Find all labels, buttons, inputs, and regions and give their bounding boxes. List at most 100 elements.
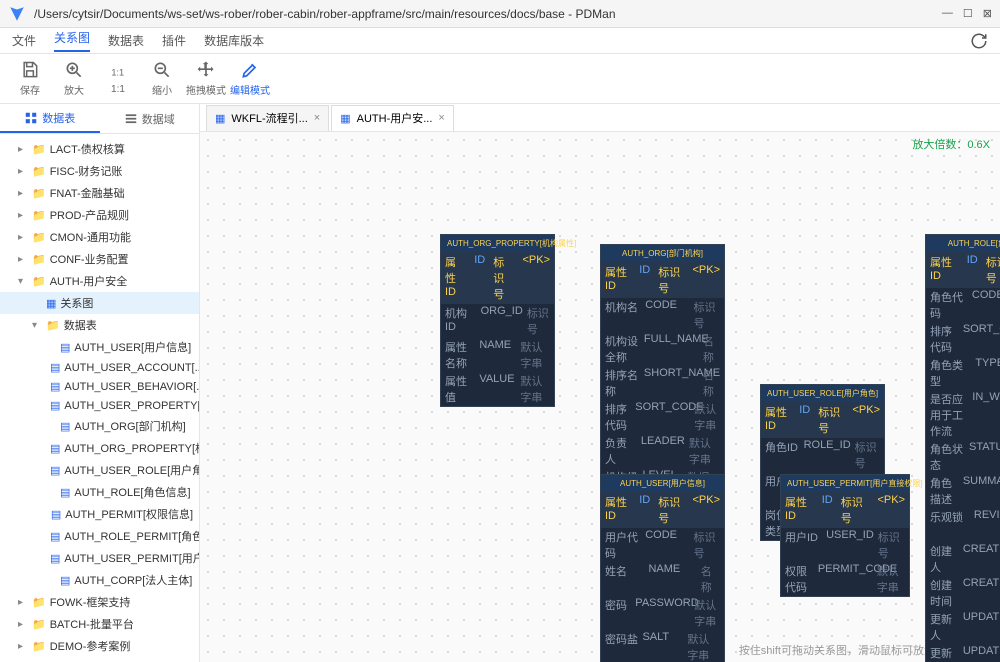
entity-row: 更新人UPDATED_BY默认字串 xyxy=(926,610,1000,644)
editor-tab[interactable]: ▦AUTH-用户安...× xyxy=(331,105,454,131)
tree-item[interactable]: ▾ 📁 数据表 xyxy=(0,314,199,336)
entity-row: 用户IDUSER_ID标识号 xyxy=(781,528,909,562)
tree-label: FOWK-框架支持 xyxy=(50,594,131,610)
chevron-icon: ▾ xyxy=(32,320,42,331)
table-icon: ▤ xyxy=(50,380,60,393)
tree-item[interactable]: ▸📁CMON-通用功能 xyxy=(0,226,199,248)
entity-row: 用户代码CODE标识号 xyxy=(601,528,724,562)
folder-icon: 📁 xyxy=(32,640,46,653)
tree-label: AUTH_PERMIT[权限信息] xyxy=(65,506,193,522)
tool-one-one[interactable]: 1:11:1 xyxy=(98,56,138,102)
menu-tables[interactable]: 数据表 xyxy=(108,32,144,49)
tree-item[interactable]: ▸📁CONF-业务配置 xyxy=(0,248,199,270)
tree-item[interactable]: ▦关系图 xyxy=(0,292,199,314)
maximize-icon[interactable]: ☐ xyxy=(963,7,973,20)
tree-item[interactable]: ▤AUTH_USER_ROLE[用户角...] xyxy=(0,459,199,481)
tree-item[interactable]: ▤AUTH_ROLE_PERMIT[角色...] xyxy=(0,525,199,547)
tree-item[interactable]: ▸📁FOWK-框架支持 xyxy=(0,591,199,613)
tree-item[interactable]: ▸📁FISC-财务记账 xyxy=(0,160,199,182)
menu-db-version[interactable]: 数据库版本 xyxy=(204,32,264,49)
tab-icon: ▦ xyxy=(340,112,350,125)
entity-table[interactable]: AUTH_ORG_PROPERTY[机构属性]属性IDID标识号<PK>机构ID… xyxy=(440,234,555,407)
tool-edit[interactable]: 编辑模式 xyxy=(230,56,270,102)
tree-item[interactable]: ▸📁PROD-产品规则 xyxy=(0,204,199,226)
tree-item[interactable]: ▤AUTH_ORG[部门机构] xyxy=(0,415,199,437)
table-icon: ▤ xyxy=(50,361,60,374)
close-icon[interactable]: × xyxy=(438,112,444,124)
entity-row: 角色描述SUMMARY备注说明 xyxy=(926,474,1000,508)
zoom-indicator: 放大倍数：0.6X xyxy=(912,136,990,152)
folder-icon: 📁 xyxy=(32,618,46,631)
table-icon: ▤ xyxy=(60,486,70,499)
table-icon: ▤ xyxy=(50,464,60,477)
sidebar-tab-domains[interactable]: 数据域 xyxy=(100,104,200,133)
tree-item[interactable]: ▸📁DEMO-参考案例 xyxy=(0,635,199,657)
toolbar: 保存放大1:11:1缩小拖拽模式编辑模式 xyxy=(0,54,1000,104)
folder-icon: 📁 xyxy=(32,231,46,244)
editor-tab[interactable]: ▦WKFL-流程引...× xyxy=(206,105,329,131)
save-icon xyxy=(20,60,40,80)
canvas-area[interactable]: ▦WKFL-流程引...×▦AUTH-用户安...× 放大倍数：0.6X 按住s… xyxy=(200,104,1000,662)
entity-table[interactable]: AUTH_ROLE[角色信息]属性IDID标识号<PK>角色代码CODE标识号排… xyxy=(925,234,1000,662)
tree-item[interactable]: ▤AUTH_PERMIT[权限信息] xyxy=(0,503,199,525)
tool-save[interactable]: 保存 xyxy=(10,56,50,102)
chevron-icon: ▸ xyxy=(18,619,28,630)
refresh-icon[interactable] xyxy=(970,32,988,50)
tree-label: PROD-产品规则 xyxy=(50,207,129,223)
tree-item[interactable]: ▤AUTH_ORG_PROPERTY[机...] xyxy=(0,437,199,459)
edit-icon xyxy=(240,60,260,80)
folder-icon: 📁 xyxy=(46,319,60,332)
tree-item[interactable]: ▤AUTH_USER_PERMIT[用户...] xyxy=(0,547,199,569)
tree-item[interactable]: ▸ 📁 BATCH-批量平台 xyxy=(0,613,199,635)
tree-item[interactable]: ▤AUTH_USER_PROPERTY[...] xyxy=(0,396,199,415)
entity-row: 排序名称SHORT_NAME名称 xyxy=(601,366,724,400)
entity-row: 角色状态STATUS数据字典 xyxy=(926,440,1000,474)
minimize-icon[interactable]: — xyxy=(942,7,953,20)
tree-label: AUTH_ORG[部门机构] xyxy=(74,418,185,434)
tab-label: WKFL-流程引... xyxy=(231,110,307,126)
folder-icon: 📁 xyxy=(32,187,46,200)
drag-icon xyxy=(196,60,216,80)
tree-label: LACT-债权核算 xyxy=(50,141,125,157)
entity-row: 创建人CREATED_BY默认字串 xyxy=(926,542,1000,576)
grid-icon xyxy=(24,111,38,125)
entity-row: 属性值VALUE默认字串 xyxy=(441,372,554,406)
menu-plugins[interactable]: 插件 xyxy=(162,32,186,49)
tree-item[interactable]: ▸📁LACT-债权核算 xyxy=(0,138,199,160)
sidebar-tab-tables[interactable]: 数据表 xyxy=(0,104,100,133)
menu-er-diagram[interactable]: 关系图 xyxy=(54,29,90,52)
tree-label: BATCH-批量平台 xyxy=(50,616,134,632)
tool-drag[interactable]: 拖拽模式 xyxy=(186,56,226,102)
tool-zoom-out[interactable]: 缩小 xyxy=(142,56,182,102)
tool-zoom-in[interactable]: 放大 xyxy=(54,56,94,102)
tree-item[interactable]: ▾📁AUTH-用户安全 xyxy=(0,270,199,292)
list-icon xyxy=(124,112,138,126)
tree-label: 数据表 xyxy=(64,317,97,333)
entity-row: 姓名NAME名称 xyxy=(601,562,724,596)
tree-label: AUTH_ORG_PROPERTY[机...] xyxy=(64,440,199,456)
tree-item[interactable]: ▤AUTH_USER_ACCOUNT[...] xyxy=(0,358,199,377)
entity-title: AUTH_USER[用户信息] xyxy=(601,475,724,492)
entity-table[interactable]: AUTH_USER_PERMIT[用户直接权限]属性IDID标识号<PK>用户I… xyxy=(780,474,910,597)
tree-item[interactable]: ▤AUTH_ROLE[角色信息] xyxy=(0,481,199,503)
tree-item[interactable]: ▸📁FNAT-金融基础 xyxy=(0,182,199,204)
close-icon[interactable]: × xyxy=(314,112,320,124)
entity-row: 更新时间UPDATED_TIME日期时间 xyxy=(926,644,1000,662)
entity-header: 属性IDID标识号<PK> xyxy=(601,262,724,298)
folder-icon: 📁 xyxy=(32,596,46,609)
tree-label: AUTH_USER_PROPERTY[...] xyxy=(64,400,199,412)
entity-row: 权限代码PERMIT_CODE默认字串 xyxy=(781,562,909,596)
tree-item[interactable]: ▤AUTH_USER[用户信息] xyxy=(0,336,199,358)
menu-file[interactable]: 文件 xyxy=(12,32,36,49)
one-one-icon: 1:1 xyxy=(108,62,128,82)
tree-item[interactable]: ▤AUTH_USER_BEHAVIOR[...] xyxy=(0,377,199,396)
app-logo-icon xyxy=(8,5,26,23)
folder-icon: 📁 xyxy=(32,165,46,178)
entity-table[interactable]: AUTH_USER[用户信息]属性IDID标识号<PK>用户代码CODE标识号姓… xyxy=(600,474,725,662)
tool-label: 编辑模式 xyxy=(230,82,270,97)
tree-item[interactable]: ▸📁WKFL-流程引擎 xyxy=(0,657,199,662)
tree-item[interactable]: ▤AUTH_CORP[法人主体] xyxy=(0,569,199,591)
tree-label: AUTH_USER[用户信息] xyxy=(74,339,191,355)
close-icon[interactable]: ⊠ xyxy=(983,7,992,20)
table-icon: ▤ xyxy=(50,530,60,543)
